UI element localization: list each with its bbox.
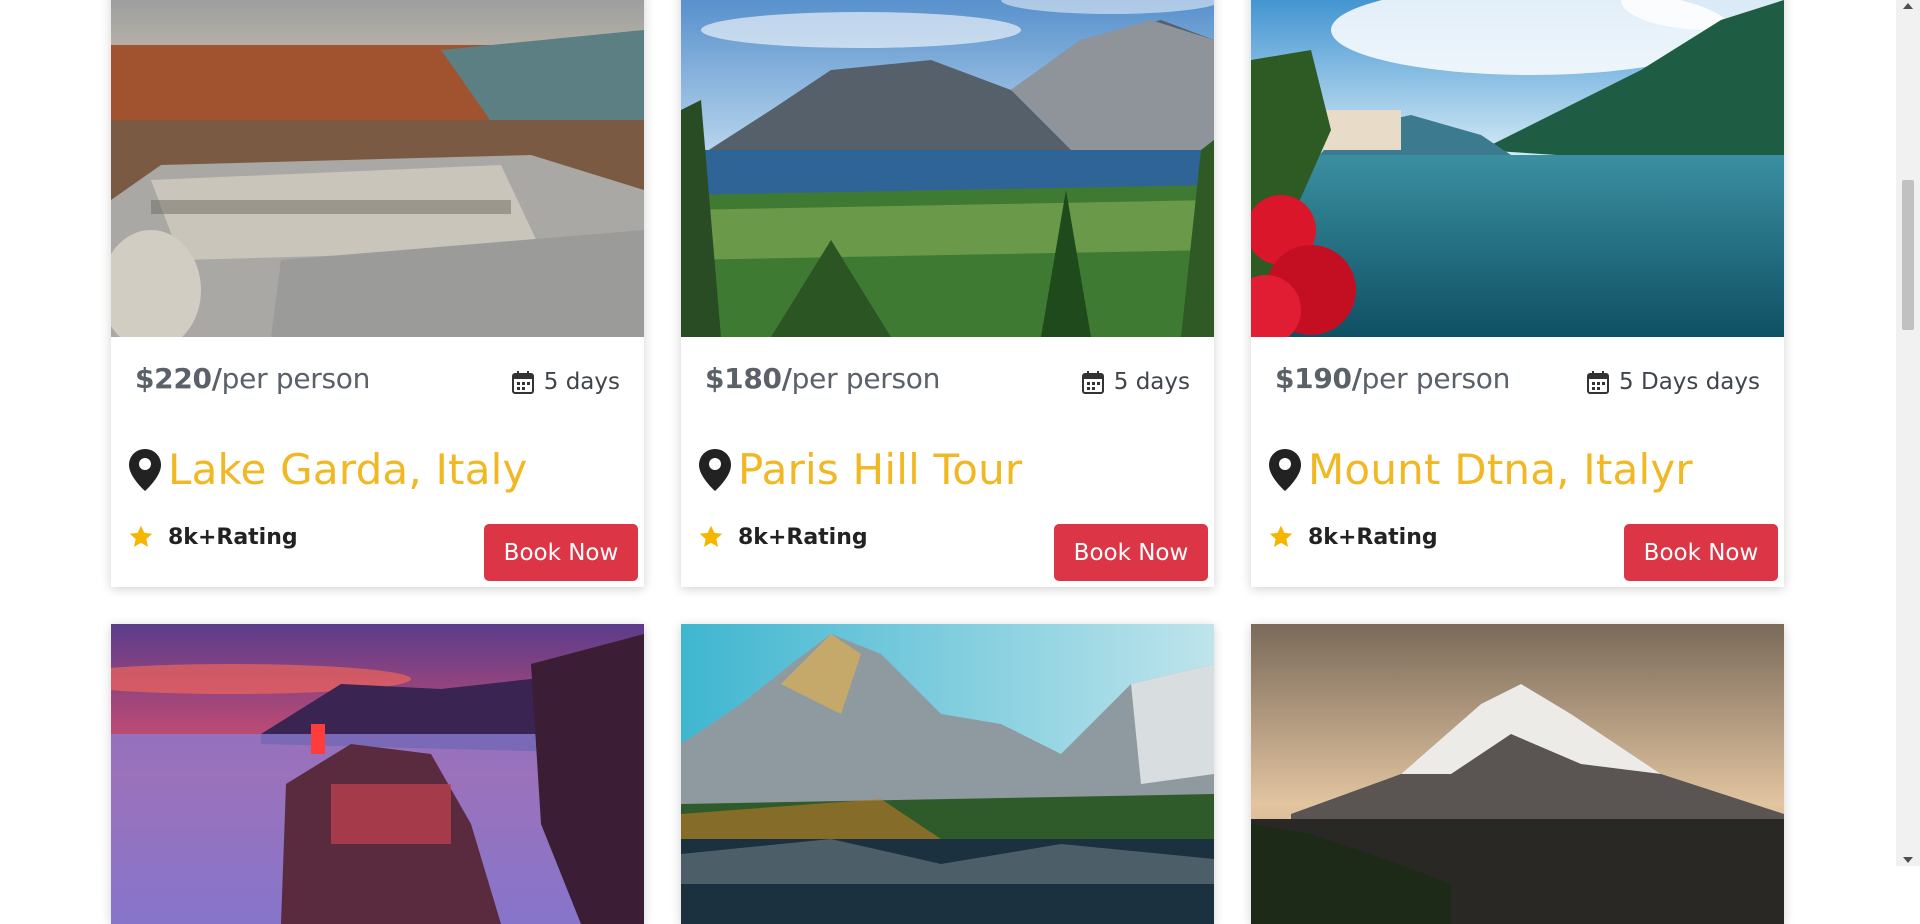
tour-location: Lake Garda, Italy [128,445,528,494]
tour-card: $180/per person 5 days Paris Hill Tour 8… [681,0,1214,587]
page-scrollbar[interactable] [1896,0,1920,866]
star-icon [129,525,153,547]
tour-price: $220/per person [135,362,371,395]
book-now-button[interactable]: Book Now [1054,524,1208,581]
scrollbar-thumb[interactable] [1902,180,1914,330]
calendar-icon [511,371,534,394]
tour-photo [1251,624,1784,924]
tour-card [111,624,644,924]
map-pin-icon [699,448,731,491]
tour-photo [111,624,644,924]
tour-price: $190/per person [1275,362,1511,395]
tour-rating: 8k+Rating [698,524,868,550]
map-pin-icon [1269,448,1301,491]
tour-rating: 8k+Rating [128,524,298,550]
duration-label: 5 days [1113,369,1190,395]
book-now-button[interactable]: Book Now [1624,524,1778,581]
tour-name[interactable]: Paris Hill Tour [738,445,1022,494]
book-now-button[interactable]: Book Now [484,524,638,581]
calendar-icon [1587,371,1610,394]
tour-photo [681,624,1214,924]
tour-name[interactable]: Lake Garda, Italy [168,445,528,494]
tour-grid: $220/per person 5 days Lake Garda, Italy… [111,0,1785,924]
calendar-icon [1081,371,1104,394]
star-icon [1269,525,1293,547]
tour-card: $220/per person 5 days Lake Garda, Italy… [111,0,644,587]
tour-card [1251,624,1784,924]
rating-label: 8k+Rating [1308,524,1438,550]
scroll-down-arrow[interactable] [1896,852,1920,866]
tour-photo [1251,0,1784,337]
rating-label: 8k+Rating [168,524,298,550]
tour-photo [111,0,644,337]
tour-photo [681,0,1214,337]
tour-rating: 8k+Rating [1268,524,1438,550]
star-icon [699,525,723,547]
tour-card [681,624,1214,924]
duration-label: 5 days [543,369,620,395]
duration-label: 5 Days days [1619,369,1760,395]
tour-duration: 5 days [1081,369,1190,395]
tour-location: Paris Hill Tour [698,445,1022,494]
tour-location: Mount Dtna, Italyr [1268,445,1693,494]
rating-label: 8k+Rating [738,524,868,550]
map-pin-icon [129,448,161,491]
tour-duration: 5 days [511,369,620,395]
tour-duration: 5 Days days [1587,369,1760,395]
scroll-up-arrow[interactable] [1896,0,1920,14]
tour-price: $180/per person [705,362,941,395]
tour-card: $190/per person 5 Days days Mount Dtna, … [1251,0,1784,587]
tour-name[interactable]: Mount Dtna, Italyr [1308,445,1693,494]
